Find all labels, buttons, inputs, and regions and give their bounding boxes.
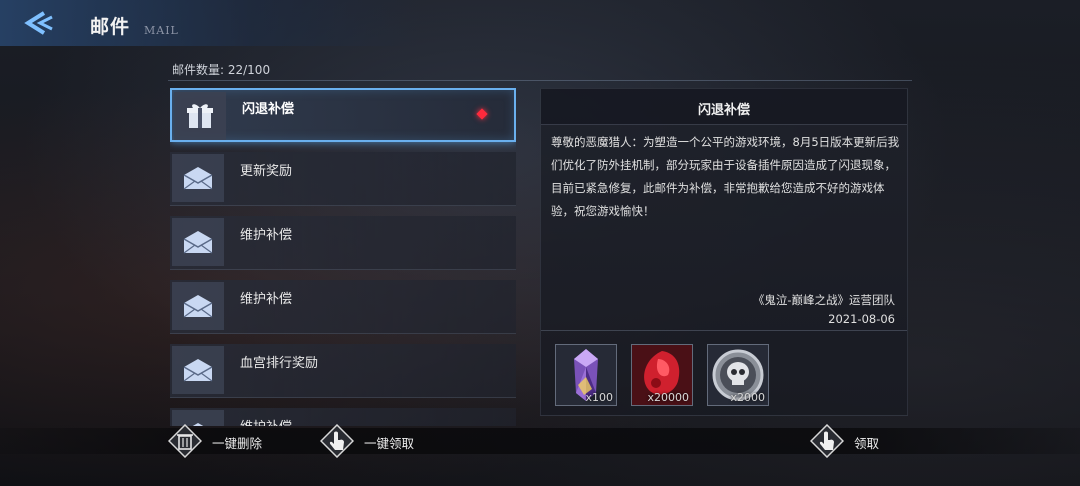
back-arrow-icon <box>24 11 53 35</box>
mail-item[interactable]: 维护补偿 <box>170 216 516 270</box>
detail-signature: 《鬼泣-巅峰之战》运营团队 <box>752 293 895 307</box>
reward-quantity: x20000 <box>647 391 689 404</box>
mail-item-label: 维护补偿 <box>240 292 293 307</box>
bottom-action-bar <box>0 428 1080 454</box>
mail-item[interactable]: 血宫排行奖励 <box>170 344 516 398</box>
mail-item-selected[interactable]: 闪退补偿 <box>170 88 516 142</box>
claim-label: 领取 <box>854 436 880 451</box>
mail-item[interactable]: 更新奖励 <box>170 152 516 206</box>
tap-hand-icon <box>320 424 354 458</box>
reward-item[interactable]: x2000 <box>707 344 769 406</box>
mail-icon-frame <box>174 92 226 140</box>
header-bar: 邮件 MAIL <box>0 0 420 46</box>
mail-icon-frame <box>172 346 224 394</box>
unread-indicator-icon <box>476 108 488 120</box>
envelope-icon <box>183 167 213 190</box>
envelope-icon <box>183 359 213 382</box>
mail-item-label: 闪退补偿 <box>242 102 295 117</box>
envelope-icon <box>183 231 213 254</box>
mail-item[interactable]: 维护补偿 <box>170 280 516 334</box>
mail-icon-frame <box>172 282 224 330</box>
trash-icon <box>168 424 202 458</box>
delete-all-button[interactable]: 一键删除 <box>168 424 278 458</box>
reward-item[interactable]: x20000 <box>631 344 693 406</box>
reward-item[interactable]: x100 <box>555 344 617 406</box>
back-button[interactable] <box>16 8 56 38</box>
gift-icon <box>187 104 213 128</box>
mail-item-label: 维护补偿 <box>240 228 293 243</box>
mail-item-label: 更新奖励 <box>240 164 293 179</box>
detail-title: 闪退补偿 <box>697 103 750 118</box>
mail-count: 邮件数量: 22/100 <box>172 63 271 77</box>
envelope-icon <box>183 295 213 318</box>
page-subtitle: MAIL <box>144 24 179 37</box>
reward-quantity: x100 <box>585 391 613 404</box>
mail-detail-panel: 闪退补偿 尊敬的恶魔猎人：为塑造一个公平的游戏环境，8月5日版本更新后我们优化了… <box>540 88 908 416</box>
page-title: 邮件 <box>90 16 131 38</box>
delete-all-label: 一键删除 <box>212 436 263 451</box>
mail-item-label: 血宫排行奖励 <box>240 356 319 371</box>
claim-all-label: 一键领取 <box>364 436 415 451</box>
detail-body-text: 尊敬的恶魔猎人：为塑造一个公平的游戏环境，8月5日版本更新后我们优化了防外挂机制… <box>551 135 900 218</box>
claim-button[interactable]: 领取 <box>810 424 890 458</box>
reward-quantity: x2000 <box>730 391 765 404</box>
detail-header: 闪退补偿 <box>541 89 907 125</box>
mail-list[interactable]: 闪退补偿 更新奖励 维护补偿 维护补偿 血宫排行奖励 <box>170 88 516 426</box>
mail-icon-frame <box>172 218 224 266</box>
mail-icon-frame <box>172 154 224 202</box>
tap-hand-icon <box>810 424 844 458</box>
detail-date: 2021-08-06 <box>828 312 895 326</box>
detail-signature-block: 《鬼泣-巅峰之战》运营团队 2021-08-06 <box>753 291 895 329</box>
divider <box>168 80 912 81</box>
claim-all-button[interactable]: 一键领取 <box>320 424 430 458</box>
divider <box>541 330 907 331</box>
